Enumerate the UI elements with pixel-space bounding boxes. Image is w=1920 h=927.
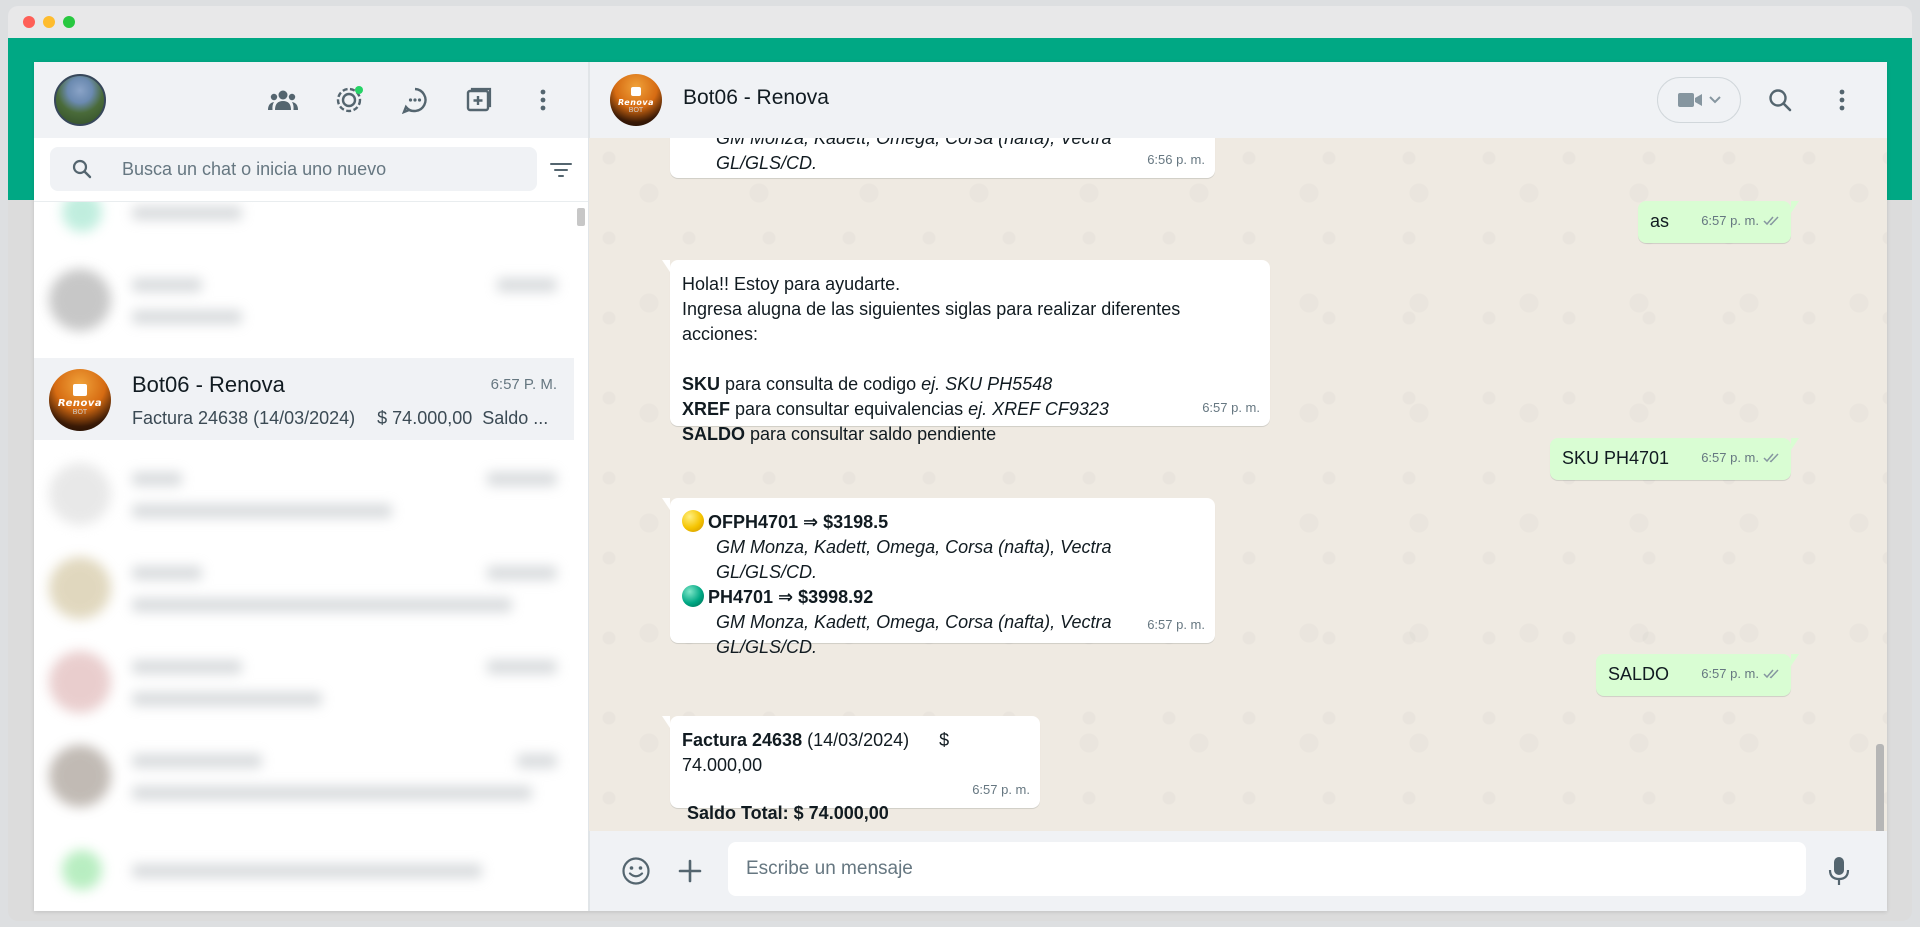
- message-list[interactable]: GM Monza, Kadett, Omega, Corsa (nafta), …: [589, 138, 1887, 831]
- message-text: as: [1649, 211, 1669, 231]
- message-time: 6:57 p. m.: [1701, 665, 1759, 681]
- message-time: 6:57 p. m.: [1202, 400, 1260, 415]
- chat-time: 6:57 P. M.: [490, 376, 557, 393]
- status-icon[interactable]: [334, 85, 364, 115]
- attach-plus-icon[interactable]: [674, 855, 706, 887]
- channels-icon[interactable]: [400, 85, 430, 115]
- chevron-down-icon: [1709, 96, 1721, 104]
- message-incoming-welcome: Hola!! Estoy para ayudarte. Ingresa alug…: [662, 260, 1270, 444]
- message-time: 6:57 p. m.: [1701, 212, 1759, 228]
- chat-list-scrollbar[interactable]: [574, 202, 588, 911]
- chat-row-blurred[interactable]: [34, 546, 575, 628]
- chat-row-bot06-renova[interactable]: Renova BOT Bot06 - Renova 6:57 P. M. Fac…: [34, 358, 575, 440]
- sku-item-2: PH4701 ⇒ $3998.92: [682, 585, 1201, 610]
- chat-list-pane: Renova BOT Bot06 - Renova 6:57 P. M. Fac…: [34, 62, 589, 911]
- message-time: 6:57 p. m.: [1701, 449, 1759, 465]
- welcome-saldo-line: SALDO para consultar saldo pendiente: [682, 424, 997, 444]
- chat-list-scrollbar-thumb[interactable]: [577, 208, 585, 226]
- conversation-pane: Renova BOT Bot06 - Renova GM Monza, Kade…: [589, 62, 1887, 911]
- window-maximize-button[interactable]: [63, 16, 75, 28]
- profile-avatar[interactable]: [54, 74, 106, 126]
- chat-preview-text: Factura 24638 (14/03/2024): [132, 408, 356, 428]
- search-input[interactable]: [122, 158, 522, 180]
- message-time: 6:56 p. m.: [1147, 152, 1205, 167]
- welcome-sku-line: SKU para consulta de codigo ej. SKU PH55…: [682, 374, 1053, 394]
- video-call-button[interactable]: [1657, 77, 1741, 123]
- double-check-icon: [1763, 209, 1781, 234]
- message-composer: [589, 831, 1887, 911]
- message-meta: 6:57 p. m.: [1701, 661, 1781, 687]
- window-minimize-button[interactable]: [43, 16, 55, 28]
- message-list-scrollbar[interactable]: [1875, 138, 1885, 831]
- message-incoming: GM Monza, Kadett, Omega, Corsa (nafta), …: [670, 138, 1215, 178]
- message-meta: 6:57 p. m.: [1701, 445, 1781, 471]
- conversation-title: Bot06 - Renova: [683, 86, 829, 109]
- yellow-circle-icon: [682, 510, 704, 532]
- message-text: GM Monza, Kadett, Omega, Corsa (nafta), …: [716, 138, 1112, 173]
- message-incoming-saldo-result: Factura 24638 (14/03/2024) $ 74.000,00 Sa…: [662, 716, 1040, 823]
- status-unread-dot: [355, 86, 363, 94]
- welcome-xref-line: XREF para consultar equivalencias ej. XR…: [682, 399, 1109, 419]
- filter-icon[interactable]: [548, 158, 574, 182]
- chat-name: Bot06 - Renova: [132, 372, 285, 397]
- message-text: SKU PH4701: [1561, 448, 1669, 468]
- message-time: 6:57 p. m.: [1147, 617, 1205, 632]
- left-header: [34, 62, 588, 138]
- message-outgoing: SALDO 6:57 p. m.: [1595, 654, 1800, 696]
- chat-row-blurred[interactable]: [34, 734, 575, 816]
- chat-row-blurred[interactable]: [34, 640, 575, 722]
- whatsapp-app: Renova BOT Bot06 - Renova 6:57 P. M. Fac…: [34, 62, 1887, 911]
- sku-item-1: OFPH4701 ⇒ $3198.5: [682, 510, 1201, 535]
- invoice-line: Factura 24638 (14/03/2024) $ 74.000,00: [682, 730, 950, 775]
- window-titlebar: [8, 6, 1912, 38]
- message-meta: 6:57 p. m.: [1701, 208, 1781, 234]
- search-icon[interactable]: [70, 157, 94, 181]
- new-chat-icon[interactable]: [464, 85, 494, 115]
- contact-avatar[interactable]: Renova BOT: [610, 74, 662, 126]
- emoji-icon[interactable]: [620, 855, 652, 887]
- chat-row-blurred[interactable]: [34, 828, 575, 910]
- sku-item-1-desc: GM Monza, Kadett, Omega, Corsa (nafta), …: [716, 537, 1112, 582]
- message-outgoing: SKU PH4701 6:57 p. m.: [1549, 438, 1800, 480]
- conversation-header[interactable]: Renova BOT Bot06 - Renova: [589, 62, 1887, 138]
- green-circle-icon: [682, 585, 704, 607]
- double-check-icon: [1763, 446, 1781, 471]
- sku-item-2-desc: GM Monza, Kadett, Omega, Corsa (nafta), …: [716, 612, 1112, 657]
- window-close-button[interactable]: [23, 16, 35, 28]
- saldo-total-line: Saldo Total: $ 74.000,00: [687, 803, 889, 823]
- chat-preview-tail: Saldo ...: [482, 408, 549, 428]
- chat-row-blurred[interactable]: [34, 452, 575, 534]
- search-messages-icon[interactable]: [1765, 85, 1795, 115]
- chat-preview: Factura 24638 (14/03/2024) $ 74.000,00 Sa…: [132, 408, 552, 429]
- double-check-icon: [1763, 662, 1781, 687]
- search-bar: [50, 147, 537, 191]
- search-area: [34, 138, 588, 202]
- chat-preview-amount: $ 74.000,00: [377, 408, 473, 428]
- message-text: SALDO: [1607, 664, 1669, 684]
- chat-row-blurred[interactable]: [34, 202, 575, 258]
- chat-row-blurred[interactable]: [34, 258, 575, 340]
- video-camera-icon: [1678, 93, 1702, 107]
- message-outgoing: as 6:57 p. m.: [1637, 201, 1800, 243]
- conversation-menu-icon[interactable]: [1827, 85, 1857, 115]
- message-input[interactable]: [728, 858, 1806, 880]
- message-list-scrollbar-thumb[interactable]: [1876, 744, 1884, 831]
- welcome-line-2: Ingresa alugna de las siguientes siglas …: [682, 299, 1181, 344]
- message-input-box: [728, 842, 1806, 896]
- menu-icon[interactable]: [528, 85, 558, 115]
- message-time: 6:57 p. m.: [972, 782, 1030, 797]
- message-incoming-sku-result: OFPH4701 ⇒ $3198.5 GM Monza, Kadett, Ome…: [662, 498, 1215, 657]
- microphone-icon[interactable]: [1823, 855, 1855, 887]
- community-icon[interactable]: [268, 85, 298, 115]
- welcome-line-1: Hola!! Estoy para ayudarte.: [682, 274, 901, 294]
- renova-avatar: Renova BOT: [49, 369, 111, 431]
- chat-list: Renova BOT Bot06 - Renova 6:57 P. M. Fac…: [34, 202, 575, 911]
